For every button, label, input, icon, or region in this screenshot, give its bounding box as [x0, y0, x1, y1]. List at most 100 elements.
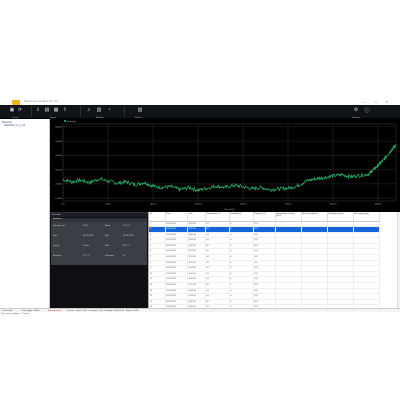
toolbar-separator [31, 106, 32, 117]
data-point [373, 169, 374, 170]
column-header[interactable]: Humidity [%] [229, 212, 254, 222]
column-header[interactable]: Nr. [149, 212, 166, 222]
y-tick-label: 60,000 [55, 127, 62, 129]
maximize-button[interactable]: □ [375, 100, 381, 104]
column-header[interactable]: Temperature [°C] [205, 212, 230, 222]
toolbar-group-settings: ⚙ ⓘ Settings [350, 105, 396, 119]
x-tick-label: 2000,0 [240, 204, 247, 206]
data-point [305, 180, 307, 182]
main-toolbar: ▣ ⟳ Device ⇩ ▤ ▦ ⇧ Import ⌕ ▥ ◔ Analysis… [0, 105, 400, 119]
table-icon[interactable]: ▥ [96, 107, 102, 113]
data-point [206, 187, 208, 189]
legend-swatch [64, 120, 66, 122]
gear-icon[interactable]: ⚙ [353, 107, 359, 113]
stat-value: 01.03.2023 [123, 234, 134, 237]
table-body: 1 01.11.2022 10:27:00 24 0 22,1 2 01.11.2022 10:… [149, 221, 380, 312]
data-point [143, 182, 145, 183]
toolbar-group-device: ▣ ⟳ Device [8, 105, 30, 119]
sidebar-item-sensor[interactable]: SENSOR_01_A_A1 [4, 124, 25, 127]
status-connection: Connected [2, 309, 13, 312]
column-header[interactable]: Time [187, 212, 206, 222]
stat-value: 10 min [83, 244, 90, 247]
report-icon[interactable]: ▧ [137, 107, 143, 113]
stat-label: Start [53, 234, 58, 237]
stat-value: 01.11.2022 [83, 234, 94, 237]
data-point [161, 187, 163, 188]
data-table: Nr. Date Time Temperature [°C] Humidity [%] D… [149, 212, 380, 312]
data-point [125, 181, 127, 183]
line-chart[interactable]: 60,000 50,000 40,000 30,000 20,000 10,000 0,0 5… [50, 119, 400, 212]
plot-area [62, 123, 397, 202]
column-header[interactable]: Wind Speed [m/s] [327, 212, 354, 222]
data-point [260, 187, 262, 188]
info-panel-header: Recorder [50, 213, 148, 217]
data-point [134, 184, 136, 185]
data-point [341, 174, 343, 175]
data-point [269, 189, 271, 190]
data-point [71, 181, 73, 183]
x-axis-label: Record [#] [224, 208, 234, 211]
data-point [215, 185, 217, 187]
y-tick-label: 50,000 [55, 141, 62, 143]
data-point [323, 177, 325, 178]
refresh-icon[interactable]: ⟳ [17, 107, 23, 113]
analyze-icon[interactable]: ◔ [106, 107, 112, 113]
toolbar-group-import: ⇩ ▤ ▦ ⇧ Import [34, 105, 78, 119]
stat-label: Deviation [105, 254, 114, 257]
data-point [395, 145, 397, 146]
y-tick-label: 30,000 [55, 169, 62, 171]
close-button[interactable]: ✕ [385, 100, 392, 104]
bottom-caption: Environment logger 1 · Ready [1, 313, 29, 315]
y-tick-label: 40,000 [55, 155, 62, 157]
folder-icon[interactable]: ▤ [44, 107, 50, 113]
column-header[interactable]: Atmospheric Pressure [hPa] [275, 212, 302, 222]
status-bar: Connected Data logger: Offline Not conne… [0, 308, 400, 312]
status-alert: Not connected [48, 309, 62, 312]
export-icon[interactable]: ⇧ [62, 107, 68, 113]
status-logger: Data logger: Offline [22, 309, 40, 312]
legend-label: Humidity [67, 120, 76, 123]
toolbar-separator [80, 106, 81, 117]
data-point [179, 189, 181, 190]
toolbar-group-report: ▧ Report [130, 105, 152, 119]
stat-label: Period [53, 244, 60, 247]
window-title: Environment Visualizer Pro v1.0 [24, 100, 58, 103]
y-tick-label: 10,000 [55, 198, 62, 200]
column-header[interactable]: Date [165, 212, 188, 222]
data-point [170, 186, 172, 188]
stat-value: 3703 [83, 224, 88, 227]
x-tick-label: 500,0 [105, 204, 111, 206]
data-point [233, 185, 235, 186]
column-header[interactable]: Air Quality [ppm] [353, 212, 380, 222]
data-point [287, 187, 289, 189]
minimize-button[interactable]: — [363, 100, 370, 104]
data-point [314, 178, 316, 180]
column-header[interactable]: Air Density [kg/m³] [301, 212, 328, 222]
x-tick-label: 0,0 [61, 204, 65, 206]
data-point [368, 173, 370, 175]
status-device-info: 1 Device · Serial: 0132 · Firmware: 1.04… [66, 309, 139, 312]
save-icon[interactable]: ▦ [53, 107, 59, 113]
device-icon[interactable]: ▣ [9, 107, 15, 113]
data-point [251, 188, 253, 190]
info-icon[interactable]: ⓘ [364, 107, 370, 114]
data-point [296, 185, 298, 187]
data-point [386, 155, 388, 156]
app-window: Environment Visualizer Pro v1.0 — □ ✕ ▣ … [0, 100, 400, 312]
table-panel: Nr. Date Time Temperature [°C] Humidity [%] D… [148, 212, 400, 312]
stat-value: 31,5 °C [123, 244, 130, 247]
column-header[interactable]: Dewpoint [°C] [253, 212, 276, 222]
data-point [80, 180, 82, 181]
x-tick-label: 1000,0 [150, 204, 157, 206]
data-point [224, 187, 226, 188]
data-point [350, 176, 352, 178]
data-point [242, 186, 244, 188]
x-tick-label: 2500,0 [285, 204, 292, 206]
import-icon[interactable]: ⇩ [35, 107, 41, 113]
chart-panel[interactable]: 60,000 50,000 40,000 30,000 20,000 10,000 0,0 5… [50, 119, 400, 212]
data-point [188, 187, 190, 188]
data-point [278, 188, 280, 190]
zoom-icon[interactable]: ⌕ [86, 107, 92, 113]
x-tick-label: 3000,0 [330, 204, 337, 206]
x-tick-label: 3500,0 [375, 204, 382, 206]
